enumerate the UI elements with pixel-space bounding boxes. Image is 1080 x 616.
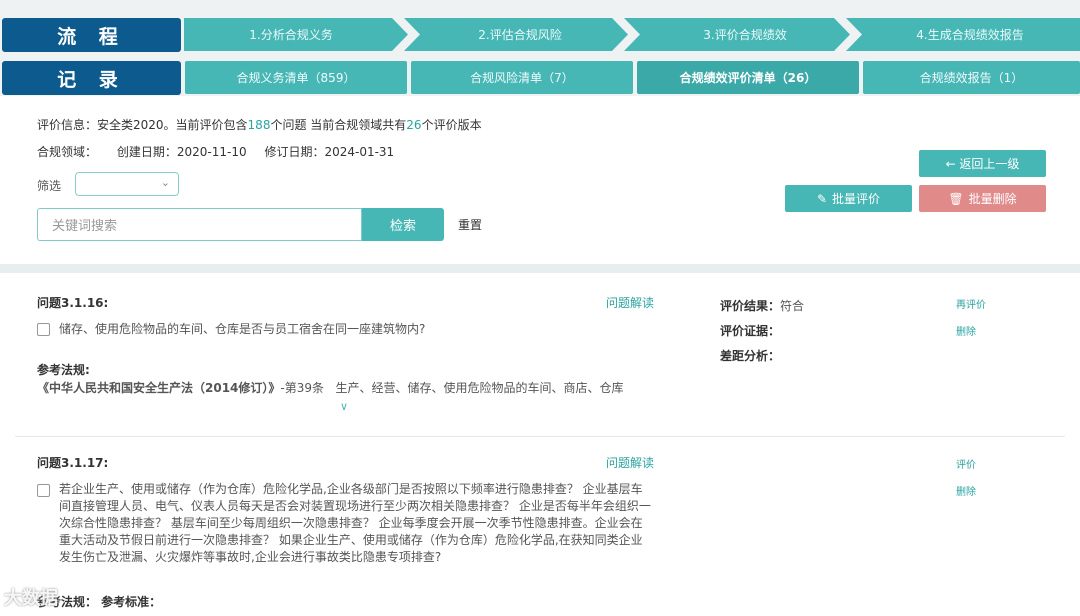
domain-label: 合规领域： [37, 145, 98, 159]
delete-link[interactable]: 删除 [956, 323, 976, 338]
question-title: 问题3.1.16: [37, 296, 109, 310]
reference-label: 参考法规: [37, 363, 90, 377]
evaluation-result: 评价结果：符合 [720, 297, 804, 314]
delete-link[interactable]: 删除 [956, 483, 976, 498]
step-1[interactable]: 1.分析合规义务 [184, 18, 398, 51]
record-label: 记 录 [2, 61, 181, 95]
question-checkbox[interactable] [37, 323, 50, 336]
batch-delete-button[interactable]: 🗑 批量删除 [919, 185, 1046, 212]
result-value: 符合 [780, 299, 805, 313]
filter-select[interactable]: ⌄ [75, 172, 179, 196]
reset-button[interactable]: 重置 [458, 216, 482, 233]
question-count: 188 [247, 118, 271, 132]
evaluation-info: 评价信息：安全类2020。当前评价包含188个问题 当前合规领域共有26个评价版… [37, 116, 482, 133]
version-count: 26 [406, 118, 422, 132]
filter-label: 筛选 [37, 179, 62, 193]
tab-performance-report[interactable]: 合规绩效报告（1） [863, 61, 1080, 94]
reference-content: 生产、经营、储存、使用危险物品的车间、商店、仓库 [335, 381, 624, 395]
expand-icon[interactable]: ∨ [340, 400, 348, 413]
reference-text: 《中华人民共和国安全生产法（2014修订）》-第39条 生产、经营、储存、使用危… [37, 379, 623, 396]
reference-article: -第39条 [280, 381, 325, 395]
back-button[interactable]: ← 返回上一级 [919, 150, 1046, 177]
question-checkbox[interactable] [37, 484, 50, 497]
divider [15, 436, 1065, 437]
created-date: 2020-11-10 [176, 145, 247, 159]
tab-obligations[interactable]: 合规义务清单（859） [185, 61, 407, 94]
gap-analysis-label: 差距分析： [720, 349, 781, 363]
batch-delete-label: 批量删除 [968, 192, 1017, 206]
watermark: 大数据 [4, 588, 58, 609]
domain-info: 合规领域： 创建日期：2020-11-10 修订日期：2024-01-31 [37, 143, 394, 160]
batch-evaluate-label: 批量评价 [832, 192, 881, 206]
question-text: 若企业生产、使用或储存（作为仓库）危险化学品,企业各级部门是否按照以下频率进行隐… [59, 482, 651, 564]
created-label: 创建日期： [116, 145, 177, 159]
evidence-label: 评价证据： [720, 324, 781, 338]
trash-icon: 🗑 [948, 191, 964, 206]
revised-label: 修订日期： [264, 145, 325, 159]
evaluate-link[interactable]: 评价 [956, 456, 976, 471]
step-4[interactable]: 4.生成合规绩效报告 [860, 18, 1080, 51]
tab-performance-evaluation[interactable]: 合规绩效评价清单（26） [637, 61, 859, 94]
question-title: 问题3.1.17: [37, 456, 109, 470]
flow-label: 流 程 [2, 18, 181, 52]
search-input[interactable]: 关键词搜索 [37, 208, 362, 241]
reevaluate-link[interactable]: 再评价 [956, 296, 986, 311]
info-mid: 个问题 当前合规领域共有 [270, 118, 407, 132]
interpret-link[interactable]: 问题解读 [606, 454, 654, 471]
revised-date: 2024-01-31 [324, 145, 395, 159]
back-label: ← 返回上一级 [945, 157, 1020, 171]
interpret-link[interactable]: 问题解读 [606, 294, 654, 311]
pencil-icon: ✎ [816, 191, 828, 206]
info-prefix: 评价信息：安全类2020。当前评价包含 [37, 118, 248, 132]
question-text: 储存、使用危险物品的车间、仓库是否与员工宿舍在同一座建筑物内? [59, 322, 426, 336]
tab-risks[interactable]: 合规风险清单（7） [411, 61, 633, 94]
reference-law[interactable]: 《中华人民共和国安全生产法（2014修订）》 [37, 381, 280, 395]
top-navigation: 流 程 1.分析合规义务 2.评估合规风险 3.评价合规绩效 4.生成合规绩效报… [0, 0, 1080, 96]
batch-evaluate-button[interactable]: ✎ 批量评价 [785, 185, 912, 212]
info-suffix: 个评价版本 [421, 118, 482, 132]
search-button[interactable]: 检索 [362, 208, 444, 241]
step-3[interactable]: 3.评价合规绩效 [635, 18, 855, 51]
chevron-down-icon: ⌄ [160, 176, 170, 189]
result-label: 评价结果： [720, 299, 781, 313]
step-2[interactable]: 2.评估合规风险 [410, 18, 630, 51]
